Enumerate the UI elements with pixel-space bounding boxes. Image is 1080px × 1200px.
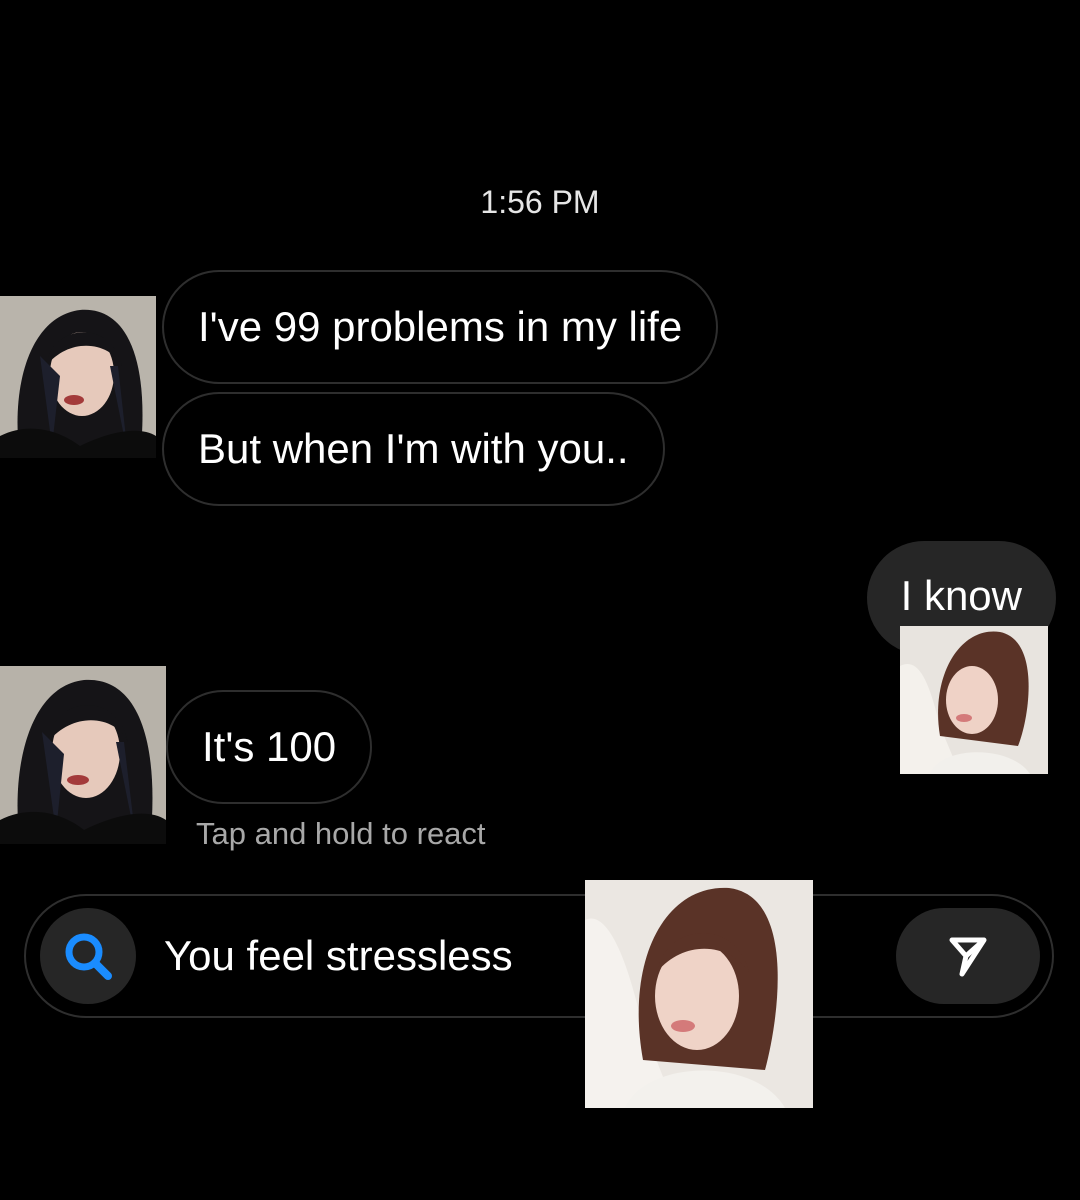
overlay-photo[interactable] xyxy=(585,880,813,1108)
search-icon xyxy=(65,933,112,980)
incoming-message-bubble[interactable]: I've 99 problems in my life xyxy=(162,270,719,384)
sender-avatar[interactable] xyxy=(0,666,166,844)
incoming-message-bubble[interactable]: It's 100 xyxy=(166,690,373,804)
message-input[interactable]: You feel stressless xyxy=(164,896,513,1016)
search-button[interactable] xyxy=(40,908,136,1004)
react-hint: Tap and hold to react xyxy=(196,816,486,851)
message-composer[interactable]: You feel stressless xyxy=(24,894,1054,1018)
reaction-photo[interactable] xyxy=(900,626,1048,774)
sender-avatar[interactable] xyxy=(0,296,156,458)
send-icon xyxy=(949,937,987,977)
incoming-message-bubble[interactable]: But when I'm with you.. xyxy=(162,392,665,506)
send-button[interactable] xyxy=(896,908,1040,1004)
message-timestamp: 1:56 PM xyxy=(480,184,600,220)
